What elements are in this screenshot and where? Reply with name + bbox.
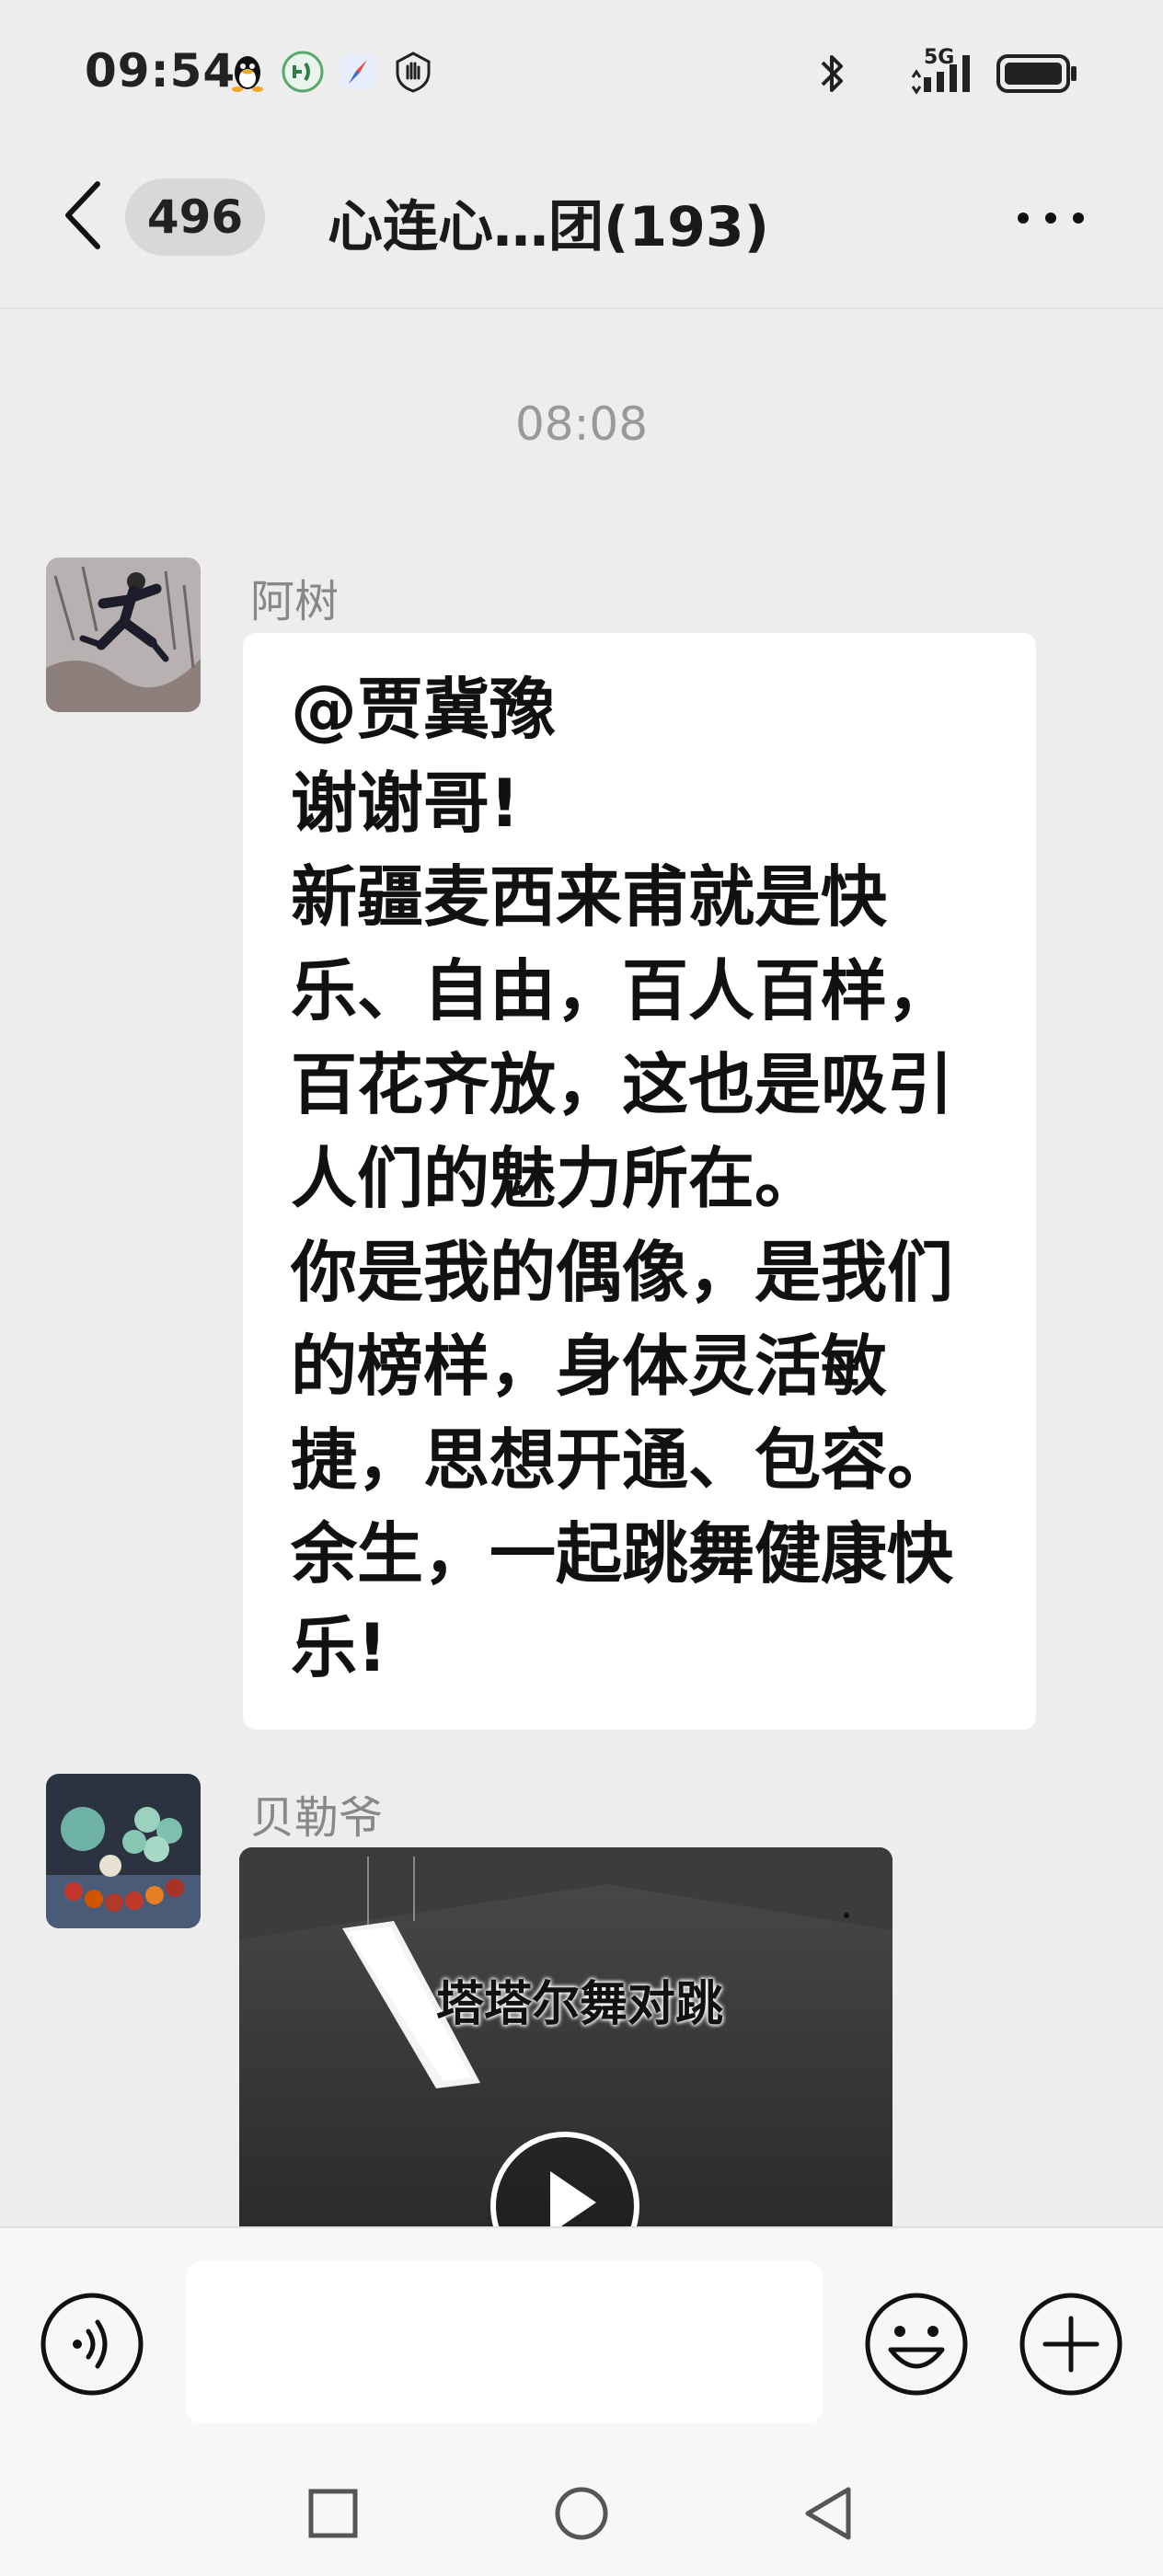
nav-back-icon[interactable] [800, 2484, 854, 2543]
wechat-mini-icon [282, 51, 324, 93]
chat-title: 心连心…团(193) [328, 195, 770, 259]
signal-icon [911, 55, 970, 95]
voice-input-icon[interactable] [39, 2291, 145, 2398]
video-message[interactable]: 塔塔尔舞对跳 [239, 1847, 892, 2228]
signal-group: 5G [867, 46, 977, 98]
system-icons: 5G [817, 46, 1078, 99]
plus-icon[interactable] [1018, 2291, 1124, 2398]
emoji-icon[interactable] [863, 2291, 970, 2398]
message-input[interactable] [186, 2261, 823, 2423]
avatar[interactable] [46, 1774, 201, 1928]
hand-shield-icon [396, 52, 431, 93]
qq-penguin-icon [232, 56, 263, 92]
message-timestamp: 08:08 [514, 397, 649, 451]
status-time: 09:54 [85, 44, 236, 98]
unread-count-badge[interactable]: 496 [125, 178, 265, 256]
back-arrow-icon[interactable] [61, 178, 103, 252]
chat-header: 496 心连心…团(193) [0, 147, 1163, 309]
compass-icon [340, 54, 375, 89]
input-bar [0, 2226, 1163, 2447]
video-caption: 塔塔尔舞对跳 [435, 1977, 723, 2032]
system-navigation-bar [0, 2447, 1163, 2576]
battery-icon [996, 54, 1077, 93]
bluetooth-icon [821, 55, 843, 92]
avatar-image [46, 558, 201, 712]
message-bubble[interactable]: @贾冀豫 谢谢哥! 新疆麦西来甫就是快 乐、自由，百人百样， 百花齐放，这也是吸… [243, 633, 1036, 1730]
notification-icons [226, 46, 434, 98]
home-icon[interactable] [554, 2486, 609, 2541]
play-icon[interactable] [482, 2123, 648, 2228]
sender-name: 阿树 [250, 576, 340, 627]
status-bar: 09:54 5G [0, 0, 1163, 147]
sender-name: 贝勒爷 [250, 1792, 384, 1844]
avatar-image [46, 1774, 201, 1928]
more-options-icon[interactable] [1014, 204, 1088, 232]
avatar[interactable] [46, 558, 201, 712]
recent-apps-icon[interactable] [307, 2488, 359, 2539]
